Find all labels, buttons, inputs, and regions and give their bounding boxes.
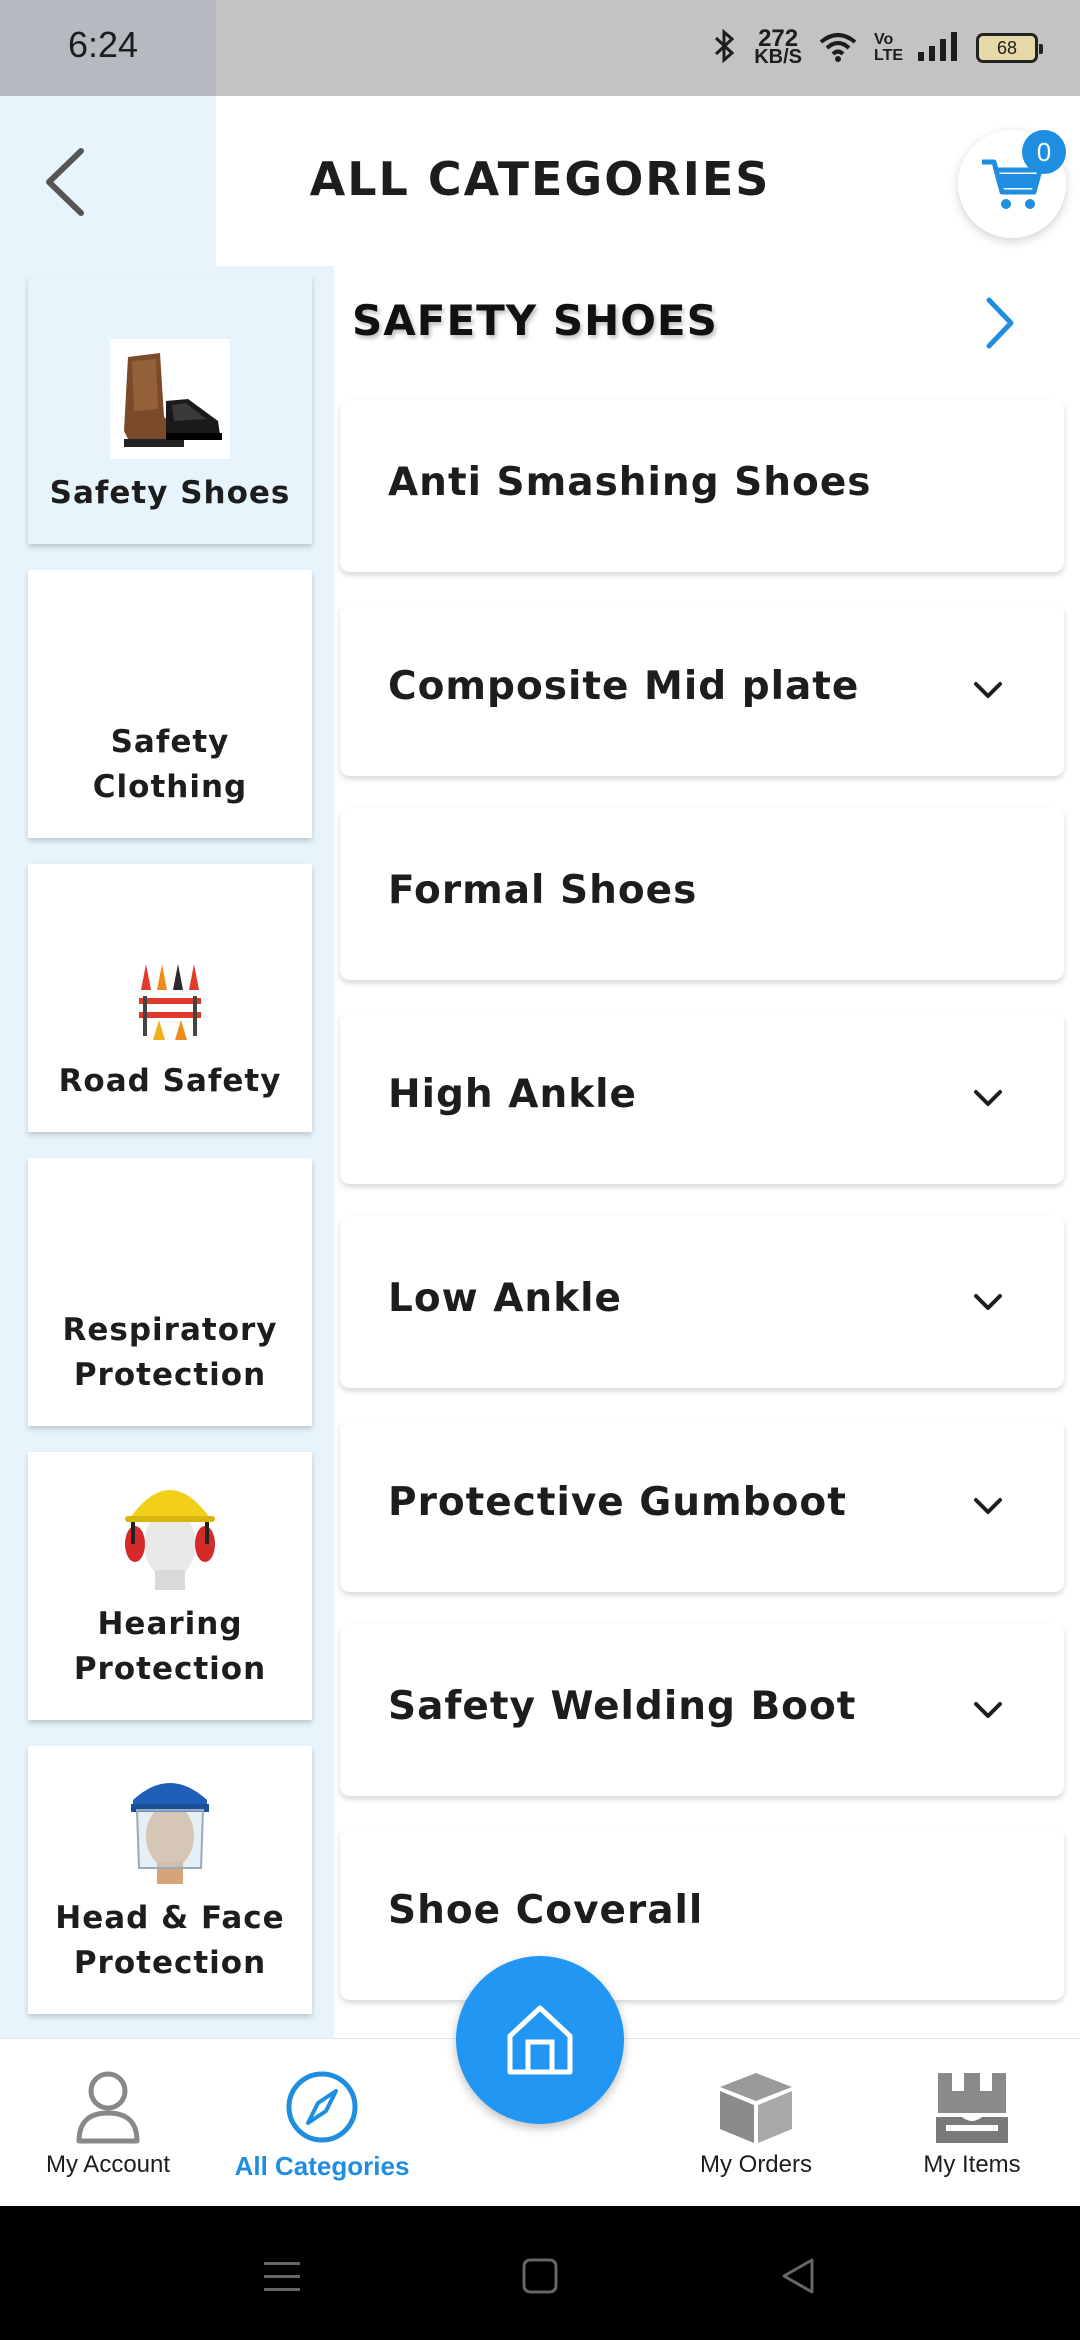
nav-label: My Items	[923, 2151, 1021, 2178]
subcategory-label: Safety Welding Boot	[388, 1684, 857, 1729]
sidebar-item-road-safety[interactable]: Road Safety	[28, 864, 312, 1132]
sidebar-item-hearing-protection[interactable]: Hearing Protection	[28, 1452, 312, 1720]
status-time: 6:24	[68, 24, 139, 65]
sidebar-item-safety-clothing[interactable]: Safety Clothing	[28, 570, 312, 838]
sidebar-item-label: Safety Shoes	[49, 475, 291, 511]
subcategory-label: Protective Gumboot	[388, 1480, 847, 1525]
wifi-icon	[818, 30, 858, 66]
sidebar-item-label: Respiratory Protection	[62, 1312, 278, 1393]
menu-icon	[264, 2262, 300, 2291]
volte-indicator: Vo LTE	[874, 31, 904, 64]
home-button[interactable]	[456, 1956, 624, 2124]
subcategory-safety-welding-boot[interactable]: Safety Welding Boot	[340, 1624, 1064, 1796]
sidebar-item-respiratory-protection[interactable]: Respiratory Protection	[28, 1158, 312, 1426]
subcategory-anti-smashing-shoes[interactable]: Anti Smashing Shoes	[340, 400, 1064, 572]
nav-my-account[interactable]: My Account	[0, 2069, 216, 2179]
subcategory-label: High Ankle	[388, 1072, 637, 1117]
chevron-down-icon	[974, 1294, 1002, 1310]
chevron-down-icon	[974, 1090, 1002, 1106]
sidebar-item-label: Hearing Protection	[73, 1606, 267, 1687]
cart-count-badge: 0	[1022, 130, 1066, 174]
section-view-all-button[interactable]	[978, 290, 1022, 356]
nav-all-categories[interactable]: All Categories	[214, 2069, 430, 2182]
signal-icon	[916, 30, 960, 66]
home-icon	[507, 2005, 573, 2075]
user-icon	[76, 2071, 140, 2144]
header: ALL CATEGORIES 0	[0, 96, 1080, 266]
subcategory-shoe-coverall[interactable]: Shoe Coverall	[340, 1828, 1064, 2000]
sidebar-item-safety-shoes[interactable]: Safety Shoes	[28, 276, 312, 544]
subcategory-label: Anti Smashing Shoes	[388, 460, 872, 505]
recent-apps-button[interactable]	[252, 2246, 312, 2306]
back-system-button[interactable]	[768, 2246, 828, 2306]
box-icon	[720, 2073, 792, 2143]
home-system-button[interactable]	[510, 2246, 570, 2306]
traffic-cones-icon	[110, 957, 230, 1047]
system-navigation-bar	[0, 2206, 1080, 2340]
subcategory-composite-mid-plate[interactable]: Composite Mid plate	[340, 604, 1064, 776]
items-icon	[936, 2073, 1008, 2143]
sidebar-item-label: Head & Face Protection	[55, 1900, 285, 1981]
status-bar: 6:24 272 KB/S Vo LTE 68	[0, 0, 1080, 96]
subcategory-low-ankle[interactable]: Low Ankle	[340, 1216, 1064, 1388]
nav-my-orders[interactable]: My Orders	[648, 2069, 864, 2179]
chevron-down-icon	[974, 1702, 1002, 1718]
battery-icon: 68	[976, 33, 1043, 63]
subcategory-formal-shoes[interactable]: Formal Shoes	[340, 808, 1064, 980]
subcategory-label: Shoe Coverall	[388, 1888, 704, 1933]
helmet-earmuff-icon	[110, 1470, 230, 1590]
square-icon	[522, 2258, 558, 2294]
page-title: ALL CATEGORIES	[309, 152, 771, 206]
category-sidebar: Safety Shoes Safety Clothing Road Safety…	[0, 266, 334, 2038]
triangle-back-icon	[782, 2258, 814, 2294]
nav-label: All Categories	[234, 2151, 410, 2181]
bluetooth-icon	[712, 28, 738, 67]
subcategory-label: Formal Shoes	[388, 868, 698, 913]
subcategory-high-ankle[interactable]: High Ankle	[340, 1012, 1064, 1184]
subcategory-protective-gumboot[interactable]: Protective Gumboot	[340, 1420, 1064, 1592]
nav-my-items[interactable]: My Items	[864, 2069, 1080, 2179]
section-title: SAFETY SHOES	[352, 296, 718, 345]
sidebar-item-head-face-protection[interactable]: Head & Face Protection	[28, 1746, 312, 2014]
subcategory-label: Low Ankle	[388, 1276, 622, 1321]
boots-icon	[110, 339, 230, 459]
nav-label: My Orders	[699, 2151, 812, 2178]
face-shield-icon	[110, 1764, 230, 1884]
chevron-down-icon	[974, 1498, 1002, 1514]
sidebar-item-label: Safety Clothing	[92, 724, 248, 805]
chevron-down-icon	[974, 682, 1002, 698]
chevron-right-icon	[986, 297, 1014, 349]
net-speed: 272 KB/S	[754, 25, 802, 68]
sidebar-item-label: Road Safety	[58, 1063, 282, 1099]
cart-button[interactable]: 0	[958, 130, 1066, 238]
nav-label: My Account	[45, 2151, 171, 2178]
compass-icon	[286, 2071, 358, 2143]
subcategory-label: Composite Mid plate	[388, 664, 860, 709]
